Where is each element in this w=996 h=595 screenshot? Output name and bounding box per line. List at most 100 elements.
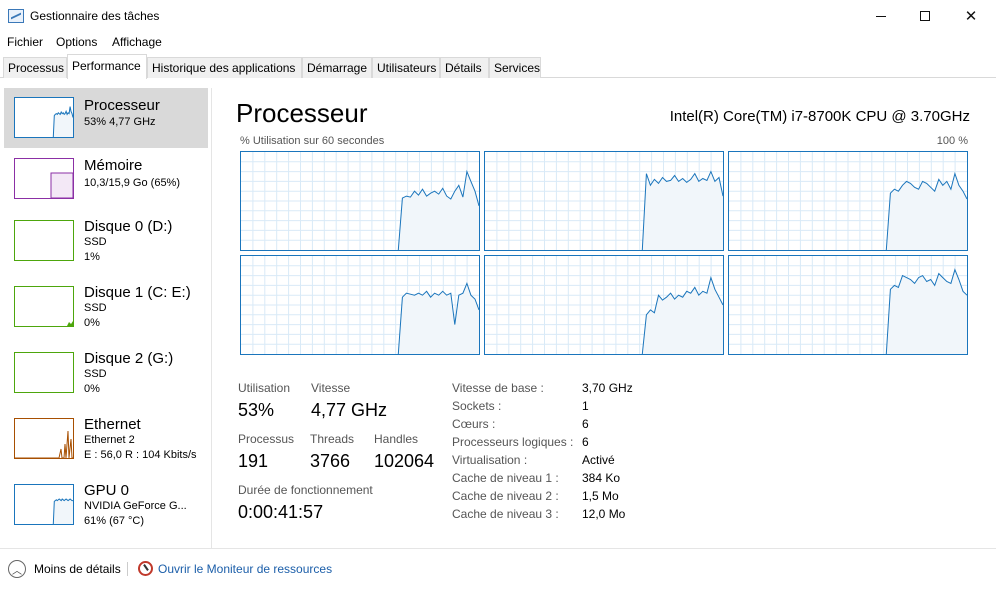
resource-monitor-icon[interactable] xyxy=(138,561,153,576)
sidebar-item-sub2: 0% xyxy=(84,317,100,329)
sidebar-item-title: Ethernet xyxy=(84,416,141,433)
maximize-icon xyxy=(920,11,930,21)
sidebar-item-sub2: 61% (67 °C) xyxy=(84,515,145,527)
core-graph-3 xyxy=(240,255,480,355)
spec-label: Virtualisation : xyxy=(452,453,528,467)
spec-value: 3,70 GHz xyxy=(582,381,633,395)
handles-value: 102064 xyxy=(374,451,435,471)
performance-panel: Processeur Intel(R) Core(TM) i7-8700K CP… xyxy=(220,88,996,548)
sidebar-item-disque-0[interactable]: Disque 0 (D:) SSD 1% xyxy=(4,216,208,276)
maximize-button[interactable] xyxy=(902,0,948,32)
sidebar-item-memoire[interactable]: Mémoire 10,3/15,9 Go (65%) xyxy=(4,150,208,210)
uptime-value: 0:00:41:57 xyxy=(238,502,324,522)
gpu-thumbnail-graph xyxy=(14,484,74,525)
minimize-button[interactable] xyxy=(858,0,904,32)
cpu-thumbnail-svg xyxy=(52,106,73,137)
sidebar-item-title: Disque 1 (C: E:) xyxy=(84,284,191,301)
sidebar-item-processeur[interactable]: Processeur 53% 4,77 GHz xyxy=(4,88,208,148)
ethernet-thumbnail-graph xyxy=(14,418,74,459)
spec-value: 6 xyxy=(582,435,589,449)
usage-area xyxy=(886,269,967,354)
task-manager-icon xyxy=(8,9,24,23)
threads-value: 3766 xyxy=(310,451,351,471)
tab-processus[interactable]: Processus xyxy=(3,57,67,78)
spec-value: 1,5 Mo xyxy=(582,489,619,503)
tab-bar: Processus Performance Historique des app… xyxy=(0,54,996,79)
utilisation-label: Utilisation xyxy=(238,381,291,395)
disk2-thumbnail-graph xyxy=(14,352,74,393)
menu-options[interactable]: Options xyxy=(56,35,97,49)
window-title: Gestionnaire des tâches xyxy=(30,9,160,23)
tab-services[interactable]: Services xyxy=(489,57,541,78)
uptime-label: Durée de fonctionnement xyxy=(238,483,373,497)
tab-historique[interactable]: Historique des applications xyxy=(147,57,302,78)
sidebar-item-sub: Ethernet 2 xyxy=(84,434,135,446)
usage-area xyxy=(642,277,723,354)
menu-fichier[interactable]: Fichier xyxy=(7,35,43,49)
spec-label: Cœurs : xyxy=(452,417,496,431)
sidebar-item-sub2: E : 56,0 R : 104 Kbits/s xyxy=(84,449,197,461)
sidebar-item-title: Disque 2 (G:) xyxy=(84,350,174,367)
core-graph-4 xyxy=(484,255,724,355)
sidebar-item-sub: SSD xyxy=(84,236,107,248)
spec-label: Cache de niveau 2 : xyxy=(452,489,559,503)
spec-label: Sockets : xyxy=(452,399,502,413)
menu-bar: Fichier Options Affichage xyxy=(0,32,996,54)
utilisation-value: 53% xyxy=(238,400,275,420)
sidebar-item-sub2: 1% xyxy=(84,251,100,263)
core-graph-svg xyxy=(485,256,723,354)
resource-sidebar: Processeur 53% 4,77 GHz Mémoire 10,3/15,… xyxy=(0,88,212,548)
usage-area xyxy=(398,171,479,250)
spec-label: Cache de niveau 1 : xyxy=(452,471,559,485)
sidebar-item-sub: NVIDIA GeForce G... xyxy=(84,500,187,512)
sidebar-item-title: GPU 0 xyxy=(84,482,130,499)
core-graph-0 xyxy=(240,151,480,251)
less-details-link[interactable]: Moins de détails xyxy=(34,562,121,576)
sidebar-item-ethernet[interactable]: Ethernet Ethernet 2 E : 56,0 R : 104 Kbi… xyxy=(4,414,208,474)
spec-value: 384 Ko xyxy=(582,471,621,485)
core-graph-svg xyxy=(241,256,479,354)
sidebar-item-gpu-0[interactable]: GPU 0 NVIDIA GeForce G... 61% (67 °C) xyxy=(4,480,208,540)
spec-value: 1 xyxy=(582,399,589,413)
graph-max-label: 100 % xyxy=(936,135,968,147)
core-graph-svg xyxy=(241,152,479,250)
spec-value: 12,0 Mo xyxy=(582,507,626,521)
tab-utilisateurs[interactable]: Utilisateurs xyxy=(372,57,440,78)
memory-thumbnail-svg xyxy=(50,172,73,198)
spec-label: Vitesse de base : xyxy=(452,381,544,395)
tab-demarrage[interactable]: Démarrage xyxy=(302,57,372,78)
vitesse-value: 4,77 GHz xyxy=(311,400,388,420)
sidebar-item-disque-1[interactable]: Disque 1 (C: E:) SSD 0% xyxy=(4,282,208,342)
chevron-up-icon[interactable]: ︿ xyxy=(8,560,26,578)
footer-divider xyxy=(127,562,128,576)
sidebar-item-sub2: 0% xyxy=(84,383,100,395)
usage-area xyxy=(642,171,723,250)
sidebar-item-sub: 53% 4,77 GHz xyxy=(84,116,156,128)
threads-label: Threads xyxy=(310,432,355,446)
spec-label: Processeurs logiques : xyxy=(452,435,574,449)
sidebar-item-sub: SSD xyxy=(84,368,107,380)
open-resource-monitor-link[interactable]: Ouvrir le Moniteur de ressources xyxy=(158,562,332,576)
sidebar-item-disque-2[interactable]: Disque 2 (G:) SSD 0% xyxy=(4,348,208,408)
close-button[interactable]: ✕ xyxy=(948,0,994,32)
core-graph-5 xyxy=(728,255,968,355)
tab-performance[interactable]: Performance xyxy=(67,54,147,79)
core-graph-svg xyxy=(729,256,967,354)
menu-affichage[interactable]: Affichage xyxy=(112,35,162,49)
ethernet-activity-svg xyxy=(15,430,73,458)
title-bar: Gestionnaire des tâches ✕ xyxy=(0,0,996,32)
close-icon: ✕ xyxy=(964,8,978,25)
memory-thumbnail-graph xyxy=(14,158,74,199)
disk0-thumbnail-graph xyxy=(14,220,74,261)
sidebar-item-sub: 10,3/15,9 Go (65%) xyxy=(84,177,181,189)
gpu-thumbnail-svg xyxy=(52,498,73,524)
usage-area xyxy=(53,106,73,137)
sidebar-item-sub: SSD xyxy=(84,302,107,314)
core-graph-svg xyxy=(485,152,723,250)
vitesse-label: Vitesse xyxy=(311,381,351,395)
graph-caption: % Utilisation sur 60 secondes xyxy=(240,135,385,147)
spec-label: Cache de niveau 3 : xyxy=(452,507,559,521)
processus-label: Processus xyxy=(238,432,295,446)
handles-label: Handles xyxy=(374,432,419,446)
tab-details[interactable]: Détails xyxy=(440,57,489,78)
